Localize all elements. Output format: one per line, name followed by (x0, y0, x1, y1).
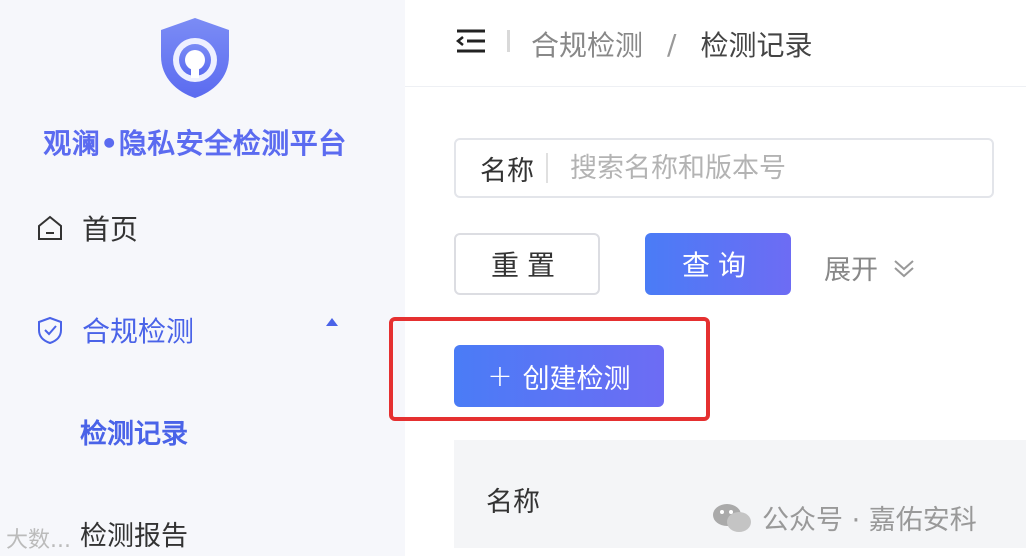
query-button[interactable]: 查询 (645, 233, 791, 295)
sidebar: 观澜•隐私安全检测平台 首页 合规检测 检测记录 检测报告 (0, 0, 405, 556)
sidebar-item-home[interactable]: 首页 (36, 208, 138, 248)
breadcrumb-separator: / (667, 27, 677, 61)
menu-collapse-icon[interactable] (455, 28, 487, 54)
double-chevron-down-icon (892, 256, 916, 280)
caret-up-icon[interactable] (326, 318, 338, 326)
search-field: 名称 (454, 138, 994, 198)
sidebar-item-compliance[interactable]: 合规检测 (36, 310, 194, 350)
reset-button[interactable]: 重置 (454, 233, 600, 295)
create-detection-button[interactable]: + 创建检测 (454, 345, 664, 407)
field-divider (546, 153, 548, 183)
sidebar-subitem-reports[interactable]: 检测报告 (80, 514, 188, 553)
search-input[interactable] (570, 152, 950, 184)
watermark: 公众号 · 嘉佑安科 (712, 498, 977, 537)
wechat-icon (712, 502, 752, 534)
breadcrumb-item-current: 检测记录 (700, 29, 813, 62)
topbar: 合规检测 / 检测记录 (405, 0, 1026, 87)
search-label: 名称 (480, 155, 534, 187)
plus-icon: + (487, 358, 513, 394)
home-icon (36, 214, 64, 242)
sidebar-item-label: 合规检测 (82, 315, 195, 348)
expand-toggle[interactable]: 展开 (824, 248, 916, 287)
sidebar-subitem-records[interactable]: 检测记录 (80, 412, 188, 451)
watermark-text: 公众号 · 嘉佑安科 (762, 505, 977, 536)
brand-title: 观澜•隐私安全检测平台 (43, 127, 347, 160)
watermark-left: 大数... (6, 522, 71, 554)
divider (507, 30, 510, 52)
shield-check-icon (36, 316, 64, 344)
expand-label: 展开 (824, 255, 878, 286)
breadcrumb: 合规检测 / 检测记录 (531, 24, 812, 64)
sidebar-item-label: 首页 (82, 213, 139, 246)
watermark-left-text: 大数... (6, 528, 71, 553)
shield-logo-icon (157, 16, 233, 100)
create-detection-label: 创建检测 (522, 363, 631, 395)
breadcrumb-item-compliance[interactable]: 合规检测 (531, 24, 643, 64)
column-header-name: 名称 (486, 487, 540, 518)
